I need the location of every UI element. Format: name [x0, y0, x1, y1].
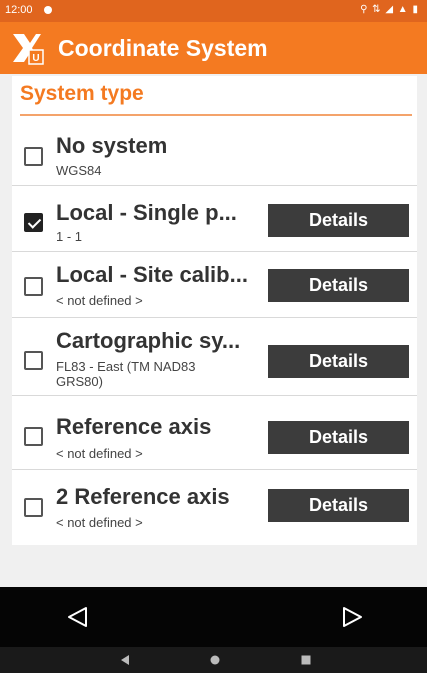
bottom-nav-bar [0, 587, 427, 647]
status-bar: 12:00 ⚲ ⇅ ◢ ▲ ▮ [0, 0, 427, 22]
system-value: < not defined > [56, 446, 143, 461]
system-row-site-calibration[interactable]: Local - Site calib... < not defined > De… [12, 252, 417, 318]
details-button[interactable]: Details [268, 204, 409, 237]
app-logo-icon[interactable]: U [10, 31, 44, 65]
svg-text:U: U [32, 53, 39, 64]
checkbox[interactable] [24, 498, 43, 517]
system-value: < not defined > [56, 293, 143, 308]
checkbox[interactable] [24, 277, 43, 296]
app-bar: U Coordinate System [0, 22, 427, 74]
status-time: 12:00 [5, 4, 33, 16]
section-title: System type [20, 82, 144, 105]
checkbox[interactable] [24, 351, 43, 370]
system-name: No system [56, 133, 168, 158]
system-nav-bar [0, 647, 427, 673]
previous-arrow-icon[interactable] [66, 605, 90, 629]
system-name: 2 Reference axis [56, 484, 230, 509]
system-value: < not defined > [56, 515, 143, 530]
system-row-cartographic[interactable]: Cartographic sy... FL83 - East (TM NAD83… [12, 318, 417, 396]
notification-dot-icon [44, 6, 52, 14]
back-icon[interactable] [120, 655, 130, 665]
system-row-no-system[interactable]: No system WGS84 [12, 120, 417, 186]
system-value: FL83 - East (TM NAD83 GRS80) [56, 359, 196, 389]
details-button[interactable]: Details [268, 421, 409, 454]
system-name: Local - Single p... [56, 200, 237, 225]
system-value: WGS84 [56, 163, 102, 178]
system-name: Local - Site calib... [56, 262, 248, 287]
checkbox[interactable] [24, 427, 43, 446]
system-value: 1 - 1 [56, 229, 83, 244]
system-row-local-single[interactable]: Local - Single p... 1 - 1 Details [12, 186, 417, 252]
system-row-2-reference-axis[interactable]: 2 Reference axis < not defined > Details [12, 470, 417, 536]
next-arrow-icon[interactable] [340, 605, 364, 629]
details-button[interactable]: Details [268, 345, 409, 378]
system-name: Reference axis [56, 414, 212, 439]
page-title: Coordinate System [58, 35, 268, 61]
status-icons: ⚲ ⇅ ◢ ▲ ▮ [360, 4, 419, 15]
details-button[interactable]: Details [268, 489, 409, 522]
system-type-card: System type No system WGS84 Local - Sing… [12, 76, 417, 545]
details-button[interactable]: Details [268, 269, 409, 302]
section-divider [20, 114, 412, 116]
checkbox[interactable] [24, 147, 43, 166]
home-icon[interactable] [210, 655, 220, 665]
system-name: Cartographic sy... [56, 328, 241, 353]
checkbox-checked[interactable] [24, 213, 43, 232]
recents-icon[interactable] [301, 655, 311, 665]
system-row-reference-axis[interactable]: Reference axis < not defined > Details [12, 396, 417, 470]
